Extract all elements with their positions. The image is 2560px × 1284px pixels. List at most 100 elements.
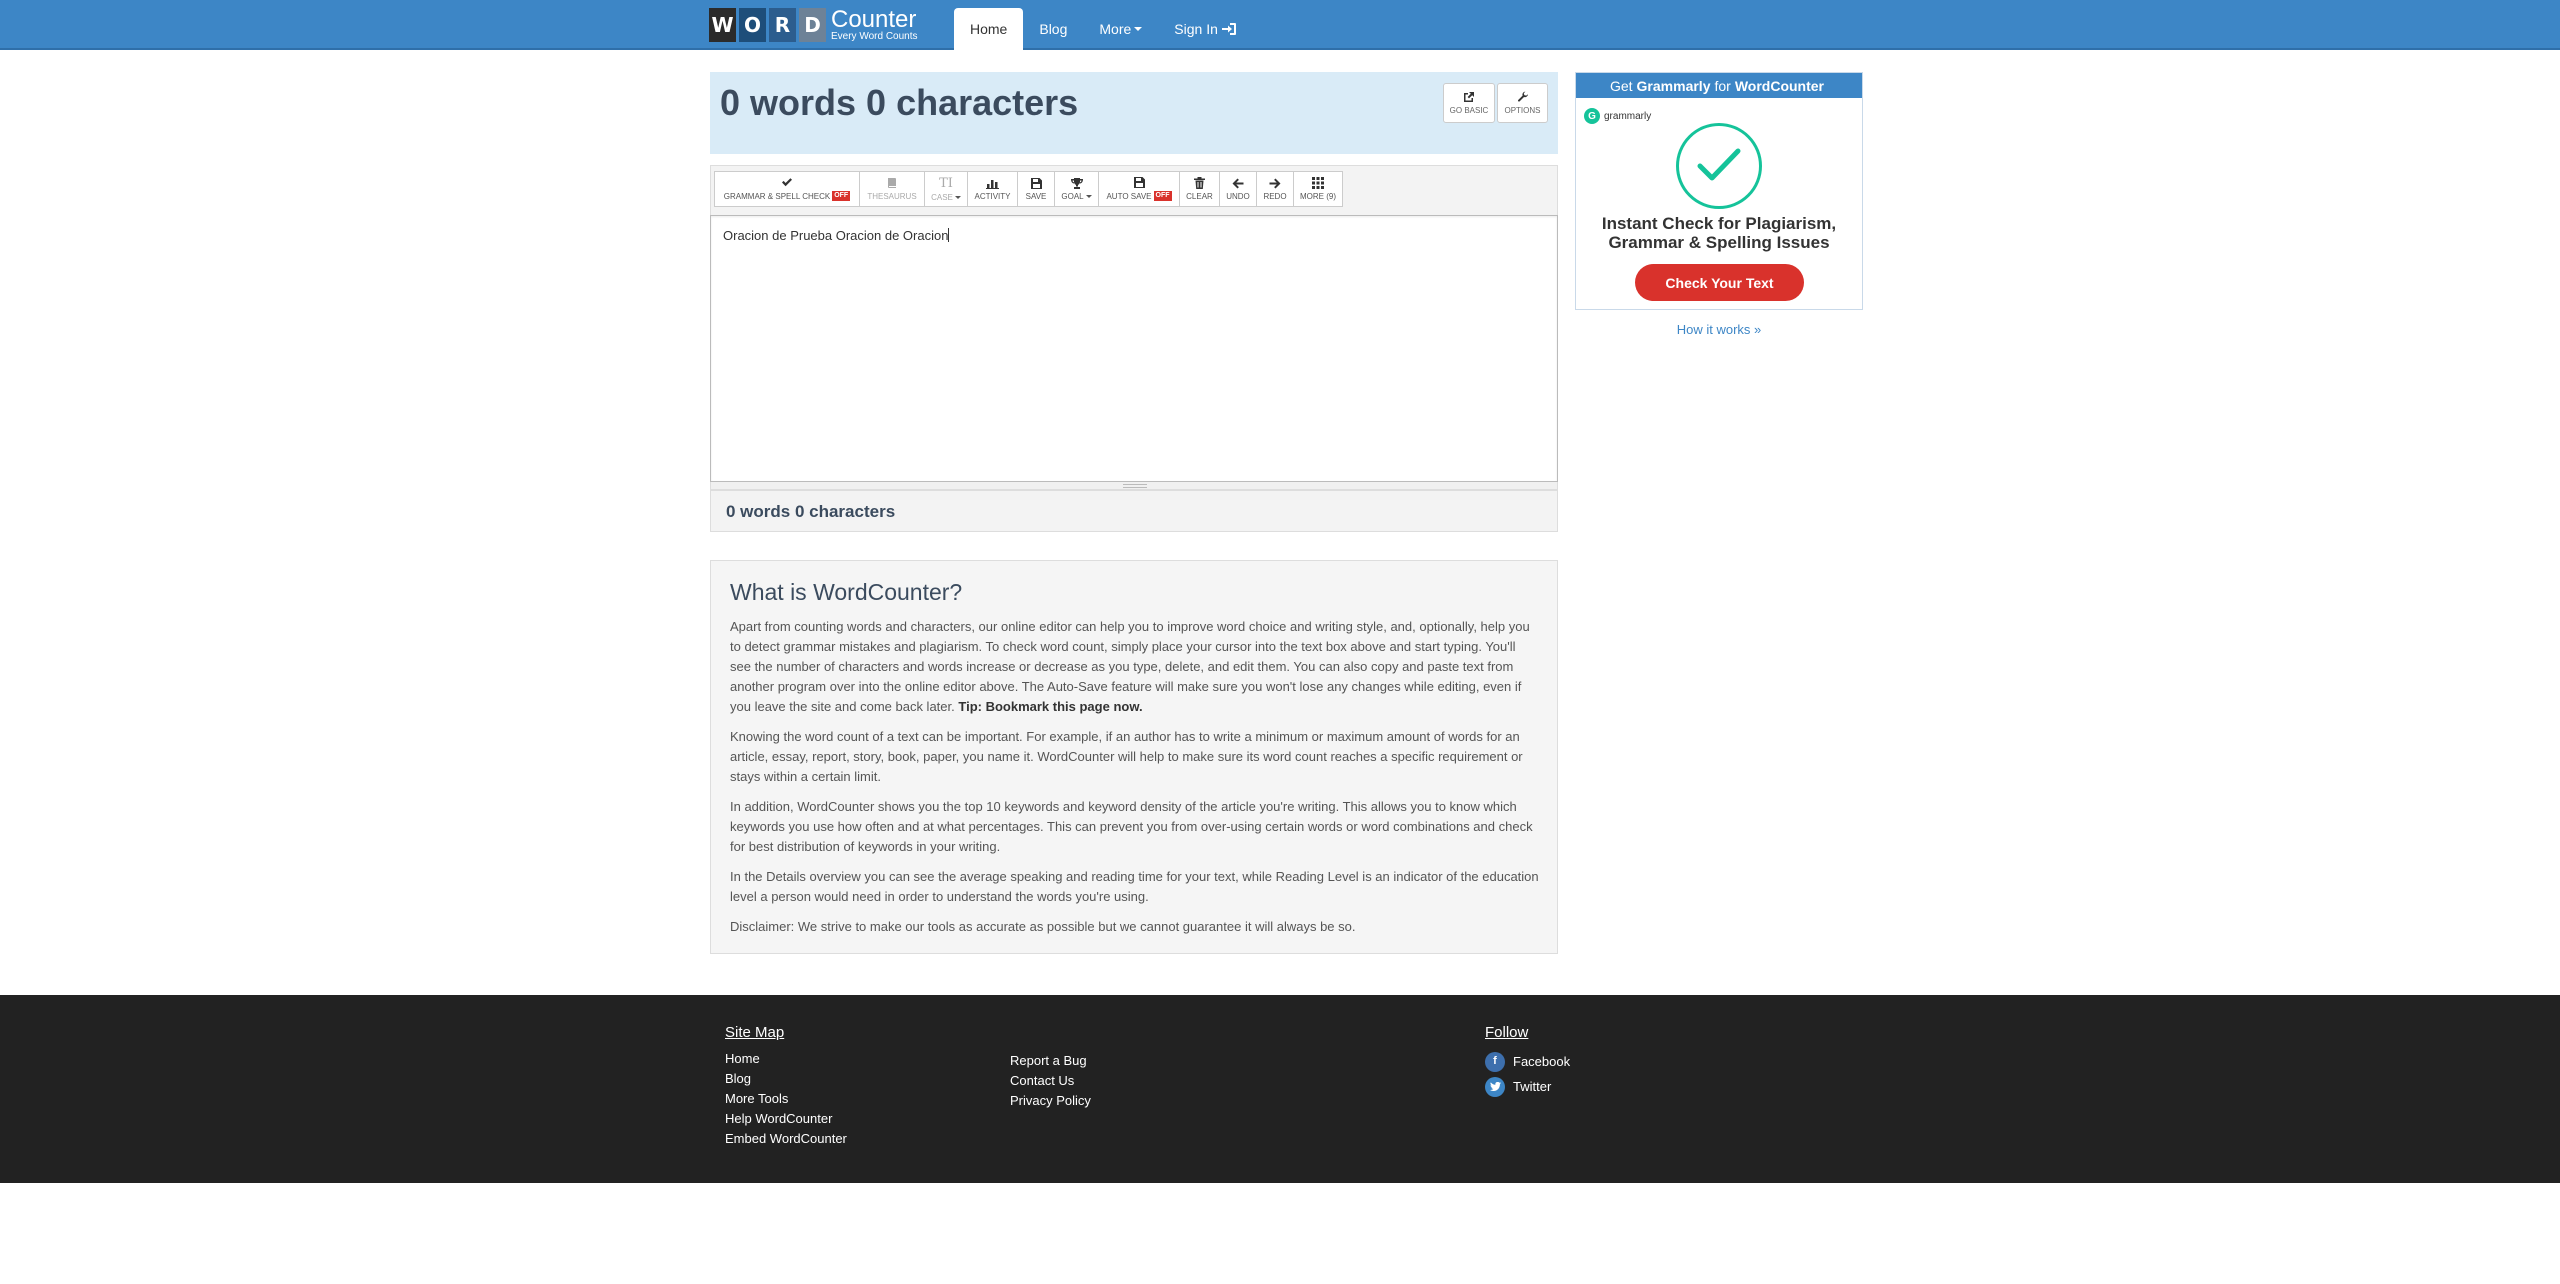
ad-header-mid: for (1714, 77, 1731, 94)
footer-follow-title: Follow (1485, 1024, 1529, 1041)
footer-link-more-tools[interactable]: More Tools (725, 1089, 847, 1109)
caret-down-icon (954, 195, 961, 199)
bottom-word-count: 0 words 0 characters (710, 490, 1558, 532)
activity-label: ACTIVITY (974, 191, 1011, 201)
grammarly-g-icon: G (1584, 108, 1600, 124)
twitter-label: Twitter (1513, 1079, 1552, 1094)
auto-save-button[interactable]: AUTO SAVE OFF (1098, 171, 1180, 207)
more-tools-button[interactable]: MORE (9) (1293, 171, 1343, 207)
logo-tagline: Every Word Counts (831, 31, 918, 42)
checkmark-icon (782, 178, 792, 187)
goal-label: GOAL (1061, 191, 1084, 201)
options-button[interactable]: OPTIONS (1497, 83, 1548, 123)
ad-header-brand: Grammarly (1636, 77, 1711, 94)
logo-brand: Counter Every Word Counts (831, 8, 918, 42)
logo-letter-d: D (799, 8, 826, 42)
ad-title: Instant Check for Plagiarism, Grammar & … (1601, 214, 1837, 252)
clear-button[interactable]: CLEAR (1179, 171, 1220, 207)
facebook-link[interactable]: f Facebook (1485, 1049, 1570, 1074)
footer-link-contact[interactable]: Contact Us (1010, 1071, 1091, 1091)
external-link-icon (1464, 92, 1474, 102)
text-case-icon: TI (939, 175, 953, 191)
grammar-check-button[interactable]: GRAMMAR & SPELL CHECK OFF (714, 171, 860, 207)
nav-more-dropdown[interactable]: More (1083, 8, 1158, 50)
arrow-left-icon (1232, 178, 1244, 188)
footer-link-privacy[interactable]: Privacy Policy (1010, 1091, 1091, 1111)
nav-sign-in-label: Sign In (1174, 21, 1218, 37)
word-count-header: 0 words 0 characters GO BASIC OPTIONS (710, 72, 1558, 154)
footer-sitemap: Site Map Home Blog More Tools Help WordC… (725, 995, 847, 1149)
facebook-label: Facebook (1513, 1054, 1571, 1069)
top-navbar: W O R D Counter Every Word Counts Home B… (0, 0, 2560, 50)
footer-link-report-bug[interactable]: Report a Bug (1010, 1051, 1091, 1071)
twitter-link[interactable]: Twitter (1485, 1074, 1570, 1099)
about-paragraph: In addition, WordCounter shows you the t… (730, 799, 1533, 854)
nav-more-label: More (1099, 21, 1132, 37)
auto-save-label: AUTO SAVE (1106, 191, 1152, 201)
logo-letter-r: R (769, 8, 796, 42)
nav-blog-label: Blog (1039, 21, 1068, 37)
nav-blog[interactable]: Blog (1023, 8, 1083, 50)
about-panel: What is WordCounter? Apart from counting… (710, 560, 1558, 954)
twitter-icon (1485, 1076, 1505, 1097)
case-label: CASE (931, 192, 953, 202)
arrow-right-icon (1269, 178, 1281, 188)
goal-dropdown[interactable]: GOAL (1054, 171, 1099, 207)
about-disclaimer: Disclaimer: We strive to make our tools … (730, 919, 1356, 934)
footer-link-embed[interactable]: Embed WordCounter (725, 1129, 847, 1149)
undo-label: UNDO (1226, 191, 1250, 201)
ad-header-site: WordCounter (1734, 77, 1825, 94)
about-paragraph: In the Details overview you can see the … (730, 869, 1539, 904)
check-your-text-button[interactable]: Check Your Text (1635, 264, 1804, 301)
editor-resize-handle[interactable] (710, 482, 1558, 490)
nav-home-label: Home (970, 21, 1008, 37)
floppy-icon (1133, 177, 1145, 188)
text-cursor (948, 228, 950, 242)
editor-content[interactable]: Oracion de Prueba Oracion de Oracion (723, 228, 950, 243)
trash-icon (1194, 177, 1205, 189)
about-tip: Tip: Bookmark this page now. (958, 699, 1143, 714)
editor-toolbar: GRAMMAR & SPELL CHECK OFF THESAURUS TI CA… (710, 165, 1558, 215)
text-editor[interactable]: Oracion de Prueba Oracion de Oracion (710, 215, 1558, 482)
editor-text: Oracion de Prueba Oracion de Oracion (723, 228, 949, 243)
activity-button[interactable]: ACTIVITY (967, 171, 1018, 207)
check-circle-icon (1676, 123, 1762, 209)
save-label: SAVE (1025, 191, 1047, 201)
ad-header: Get Grammarly for WordCounter (1576, 73, 1862, 98)
about-paragraph: Knowing the word count of a text can be … (730, 729, 1523, 784)
bar-chart-icon (986, 179, 999, 189)
bottom-word-count-label: 0 words 0 characters (726, 502, 896, 521)
about-title: What is WordCounter? (730, 579, 963, 605)
caret-down-icon (1134, 27, 1143, 31)
save-button[interactable]: SAVE (1017, 171, 1055, 207)
footer-link-home[interactable]: Home (725, 1049, 847, 1069)
site-logo[interactable]: W O R D Counter Every Word Counts (709, 6, 918, 44)
grammarly-name: grammarly (1604, 110, 1652, 122)
redo-label: REDO (1263, 191, 1287, 201)
grammar-off-badge: OFF (832, 191, 851, 201)
footer-link-blog[interactable]: Blog (725, 1069, 847, 1089)
book-icon (888, 178, 896, 188)
main-nav: Home Blog More Sign In (954, 8, 1252, 50)
nav-sign-in[interactable]: Sign In (1158, 8, 1252, 50)
options-label: OPTIONS (1504, 106, 1541, 115)
grammarly-ad[interactable]: Get Grammarly for WordCounter G grammarl… (1575, 72, 1863, 310)
how-it-works-link[interactable]: How it works » (1575, 322, 1863, 337)
trophy-icon (1070, 177, 1083, 189)
case-dropdown[interactable]: TI CASE (924, 171, 968, 207)
redo-button[interactable]: REDO (1256, 171, 1294, 207)
thesaurus-label: THESAURUS (867, 192, 917, 201)
footer-sitemap-title[interactable]: Site Map (725, 1024, 847, 1041)
about-body: Apart from counting words and characters… (730, 617, 1540, 947)
go-basic-button[interactable]: GO BASIC (1443, 83, 1495, 123)
floppy-icon (1030, 177, 1042, 189)
more-tools-label: MORE (9) (1300, 192, 1336, 201)
site-footer: Site Map Home Blog More Tools Help WordC… (0, 995, 2560, 1183)
go-basic-label: GO BASIC (1449, 106, 1489, 115)
logo-brand-name: Counter (831, 6, 917, 33)
nav-home[interactable]: Home (954, 8, 1024, 50)
thesaurus-button[interactable]: THESAURUS (859, 171, 925, 207)
ad-header-pre: Get (1609, 77, 1633, 94)
undo-button[interactable]: UNDO (1219, 171, 1257, 207)
footer-link-help[interactable]: Help WordCounter (725, 1109, 847, 1129)
